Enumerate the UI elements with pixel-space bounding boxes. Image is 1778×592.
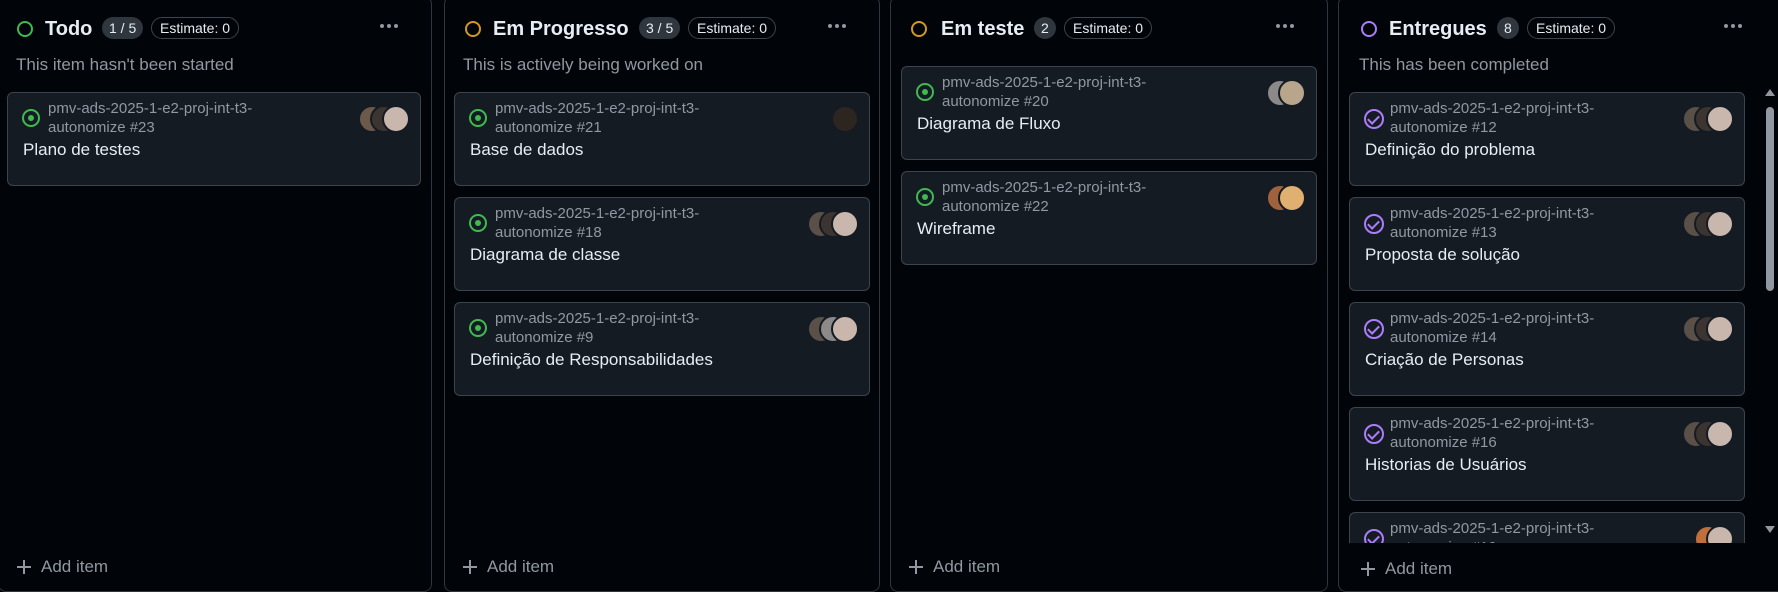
issue-title[interactable]: Diagrama de classe	[470, 245, 620, 265]
avatar	[1706, 315, 1734, 343]
scroll-up-icon[interactable]	[1765, 89, 1775, 96]
open-issue-icon	[469, 319, 487, 337]
avatar	[1706, 105, 1734, 133]
avatar	[831, 315, 859, 343]
assignee-avatars[interactable]	[1266, 79, 1306, 107]
add-item-label: Add item	[41, 557, 109, 576]
issue-card[interactable]: pmv-ads-2025-1-e2-proj-int-t3-autonomize…	[7, 92, 421, 186]
plus-icon	[1361, 562, 1375, 576]
assignee-avatars[interactable]	[1682, 210, 1734, 238]
add-item-label: Add item	[1385, 559, 1453, 578]
scrollbar-thumb[interactable]	[1766, 107, 1774, 291]
avatar	[1706, 210, 1734, 238]
add-item-button[interactable]: Add item	[1361, 555, 1452, 583]
completed-issue-icon	[1364, 529, 1384, 543]
completed-issue-icon	[1364, 424, 1384, 444]
issue-title[interactable]: Wireframe	[917, 219, 995, 239]
issue-title[interactable]: Definição do problema	[1365, 140, 1535, 160]
avatar	[1278, 184, 1306, 212]
add-item-button[interactable]: Add item	[17, 553, 108, 581]
assignee-avatars[interactable]	[1682, 105, 1734, 133]
issue-title[interactable]: Plano de testes	[23, 140, 140, 160]
issue-title[interactable]: Criação de Personas	[1365, 350, 1524, 370]
issue-repo-reference: pmv-ads-2025-1-e2-proj-int-t3-autonomize…	[48, 100, 253, 136]
issue-repo-reference: pmv-ads-2025-1-e2-proj-int-t3-autonomize…	[1390, 310, 1595, 346]
issue-title[interactable]: Historias de Usuários	[1365, 455, 1527, 475]
issue-repo-reference: pmv-ads-2025-1-e2-proj-int-t3-autonomize…	[942, 179, 1147, 215]
column-todo: Todo 1 / 5 Estimate: 0 This item hasn't …	[0, 0, 432, 592]
add-item-button[interactable]: Add item	[463, 553, 554, 581]
assignee-avatars[interactable]	[1694, 525, 1734, 543]
issue-repo-reference: pmv-ads-2025-1-e2-proj-int-t3-autonomize…	[1390, 415, 1595, 451]
open-issue-icon	[469, 109, 487, 127]
issue-card[interactable]: pmv-ads-2025-1-e2-proj-int-t3-autonomize…	[1349, 197, 1745, 291]
column-entregues: Entregues 8 Estimate: 0 This has been co…	[1338, 0, 1778, 592]
add-item-button[interactable]: Add item	[909, 553, 1000, 581]
completed-issue-icon	[1364, 109, 1384, 129]
issue-repo-reference: pmv-ads-2025-1-e2-proj-int-t3-autonomize…	[1390, 205, 1595, 241]
avatar	[1706, 420, 1734, 448]
issue-repo-reference: pmv-ads-2025-1-e2-proj-int-t3-autonomize…	[942, 74, 1147, 110]
column-em-progresso: Em Progresso 3 / 5 Estimate: 0 This is a…	[444, 0, 880, 592]
avatar	[831, 210, 859, 238]
assignee-avatars[interactable]	[1682, 420, 1734, 448]
open-issue-icon	[22, 109, 40, 127]
avatar	[382, 105, 410, 133]
issue-card[interactable]: pmv-ads-2025-1-e2-proj-int-t3-autonomize…	[901, 66, 1317, 160]
avatar	[1278, 79, 1306, 107]
plus-icon	[909, 560, 923, 574]
assignee-avatars[interactable]	[358, 105, 410, 133]
issue-title[interactable]: Base de dados	[470, 140, 583, 160]
assignee-avatars[interactable]	[1682, 315, 1734, 343]
assignee-avatars[interactable]	[1266, 184, 1306, 212]
issue-card[interactable]: pmv-ads-2025-1-e2-proj-int-t3-autonomize…	[454, 302, 870, 396]
avatar	[1706, 525, 1734, 543]
cards-scrollbar[interactable]	[1763, 85, 1777, 537]
issue-card[interactable]: pmv-ads-2025-1-e2-proj-int-t3-autonomize…	[1349, 302, 1745, 396]
completed-issue-icon	[1364, 214, 1384, 234]
issue-repo-reference: pmv-ads-2025-1-e2-proj-int-t3-autonomize…	[495, 100, 700, 136]
issue-repo-reference: pmv-ads-2025-1-e2-proj-int-t3-autonomize…	[1390, 100, 1595, 136]
open-issue-icon	[469, 214, 487, 232]
issue-card[interactable]: pmv-ads-2025-1-e2-proj-int-t3-autonomize…	[1349, 92, 1745, 186]
issue-title[interactable]: Diagrama de Fluxo	[917, 114, 1061, 134]
issue-repo-reference: pmv-ads-2025-1-e2-proj-int-t3-autonomize…	[1390, 520, 1595, 543]
plus-icon	[463, 560, 477, 574]
add-item-label: Add item	[487, 557, 555, 576]
scroll-down-icon[interactable]	[1765, 526, 1775, 533]
issue-card[interactable]: pmv-ads-2025-1-e2-proj-int-t3-autonomize…	[1349, 407, 1745, 501]
issue-card[interactable]: pmv-ads-2025-1-e2-proj-int-t3-autonomize…	[454, 197, 870, 291]
assignee-avatars[interactable]	[807, 210, 859, 238]
column-em-teste: Em teste 2 Estimate: 0 pmv-ads-2025-1-e2…	[890, 0, 1328, 592]
issue-card[interactable]: pmv-ads-2025-1-e2-proj-int-t3-autonomize…	[454, 92, 870, 186]
assignee-avatars[interactable]	[831, 105, 859, 133]
add-item-label: Add item	[933, 557, 1001, 576]
issue-repo-reference: pmv-ads-2025-1-e2-proj-int-t3-autonomize…	[495, 205, 700, 241]
issue-card[interactable]: pmv-ads-2025-1-e2-proj-int-t3-autonomize…	[901, 171, 1317, 265]
avatar	[831, 105, 859, 133]
assignee-avatars[interactable]	[807, 315, 859, 343]
issue-title[interactable]: Proposta de solução	[1365, 245, 1520, 265]
open-issue-icon	[916, 83, 934, 101]
issue-card[interactable]: pmv-ads-2025-1-e2-proj-int-t3-autonomize…	[1349, 512, 1745, 543]
project-board: Todo 1 / 5 Estimate: 0 This item hasn't …	[0, 0, 1778, 592]
open-issue-icon	[916, 188, 934, 206]
issue-repo-reference: pmv-ads-2025-1-e2-proj-int-t3-autonomize…	[495, 310, 700, 346]
completed-issue-icon	[1364, 319, 1384, 339]
issue-title[interactable]: Definição de Responsabilidades	[470, 350, 713, 370]
plus-icon	[17, 560, 31, 574]
